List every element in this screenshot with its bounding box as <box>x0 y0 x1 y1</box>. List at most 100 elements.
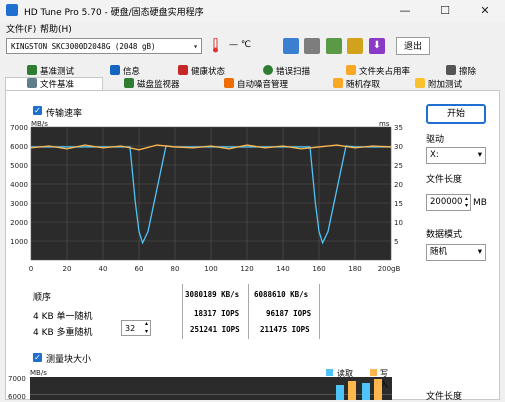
chevron-down-icon: ▾ <box>193 42 198 51</box>
start-button[interactable]: 开始 <box>426 104 486 124</box>
tab-label: 磁盘监视器 <box>137 80 180 90</box>
chart-x-tick-label: 140 <box>276 265 289 273</box>
chart-y2-tick-label: 20 <box>394 181 403 189</box>
tab-label: 擦除 <box>459 67 477 77</box>
chart-y2-tick-label: 10 <box>394 219 403 227</box>
tab-folder-usage[interactable]: 文件夹占用率 <box>346 65 410 78</box>
menu-file[interactable]: 文件(F) <box>6 22 36 35</box>
chart-x-tick-label: 180 <box>348 265 361 273</box>
tab-health[interactable]: 健康状态 <box>178 65 225 78</box>
chart-x-tick-label: 80 <box>171 265 180 273</box>
block-bar-write <box>374 379 382 400</box>
results-divider-left <box>182 284 183 339</box>
single-write-value: 96187 IOPS <box>266 309 312 318</box>
tab-label: 自动噪音管理 <box>237 80 289 90</box>
download-icon[interactable]: ⬇ <box>369 38 385 54</box>
stepper-arrows-icon: ▴ ▾ <box>464 195 468 209</box>
seq-write-value: 6088610 KB/s <box>254 290 309 299</box>
folder-icon <box>346 65 356 75</box>
tab-label: 错误扫描 <box>276 67 311 77</box>
tab-label: 附加测试 <box>428 80 463 90</box>
stepper-arrows-icon: ▴ ▾ <box>144 320 148 335</box>
chart-x-tick-label: 160 <box>312 265 325 273</box>
title-bar: HD Tune Pro 5.70 - 硬盘/固态硬盘实用程序 — ☐ ✕ <box>0 0 505 22</box>
block-bar-read <box>362 383 370 400</box>
block-size-label: 测量块大小 <box>46 355 92 365</box>
drive-label: 驱动 <box>426 135 445 145</box>
chart-y-tick-label: 2000 <box>10 219 28 227</box>
block-y-top: 7000 <box>8 375 26 383</box>
settings-icon[interactable] <box>347 38 363 54</box>
chart-x-tick-label: 200gB <box>378 265 401 273</box>
chart-y2-tick-label: 30 <box>394 143 403 151</box>
block-bar-read <box>336 385 344 400</box>
single-read-value: 18317 IOPS <box>194 309 240 318</box>
file-length-stepper[interactable]: 200000 ▴ ▾ <box>426 194 471 211</box>
benchmark-icon <box>27 65 37 75</box>
tab-error-scan[interactable]: 错误扫描 <box>263 65 310 78</box>
minimize-button[interactable]: — <box>385 0 425 22</box>
block-size-chart: 读取 写入 <box>30 369 392 400</box>
chart-y2-tick-label: 15 <box>394 200 403 208</box>
chart-y-tick-label: 7000 <box>10 124 28 132</box>
magnifier-icon <box>263 65 273 75</box>
chart-x-tick-label: 0 <box>29 265 33 273</box>
single-random-label: 4 KB 单一随机 <box>33 312 93 322</box>
chart-y-tick-label: 1000 <box>10 238 28 246</box>
multi-random-label: 4 KB 多重随机 <box>33 328 93 338</box>
chart-y-right-unit: ms <box>379 120 390 128</box>
multi-write-value: 211475 IOPS <box>260 325 310 334</box>
chart-y-tick-label: 4000 <box>10 181 28 189</box>
chart-x-tick-label: 60 <box>135 265 144 273</box>
legend-read-label: 读取 <box>337 369 353 378</box>
clipboard-icon[interactable] <box>304 38 320 54</box>
chart-y2-tick-label: 5 <box>394 238 398 246</box>
menu-help[interactable]: 帮助(H) <box>40 22 72 35</box>
multi-read-value: 251241 IOPS <box>190 325 240 334</box>
file-length-unit: MB <box>473 198 487 208</box>
data-mode-value: 随机 <box>430 247 448 257</box>
chart-y-tick-label: 6000 <box>10 143 28 151</box>
tab-erase[interactable]: 擦除 <box>446 65 476 78</box>
window-title: HD Tune Pro 5.70 - 硬盘/固态硬盘实用程序 <box>24 8 204 18</box>
data-mode-dropdown[interactable]: 随机 ▾ <box>426 244 486 261</box>
transfer-rate-checkbox[interactable]: ✓ <box>33 106 42 115</box>
transfer-rate-chart: MB/s ms7000600050004000300020001000353025… <box>10 120 403 273</box>
legend-read-swatch <box>326 369 333 376</box>
camera-icon[interactable] <box>326 38 342 54</box>
close-button[interactable]: ✕ <box>465 0 505 22</box>
chevron-down-icon: ▾ <box>477 247 482 257</box>
chevron-down-icon: ▾ <box>477 150 482 160</box>
chart-x-tick-label: 40 <box>99 265 108 273</box>
chart-y2-tick-label: 25 <box>394 162 403 170</box>
chart-x-tick-label: 20 <box>63 265 72 273</box>
tab-label: 随机存取 <box>346 80 381 90</box>
tab-label: 文件夹占用率 <box>359 67 411 77</box>
chart-y2-tick-label: 35 <box>394 124 403 132</box>
info-icon <box>110 65 120 75</box>
drive-dropdown[interactable]: X: ▾ <box>426 147 486 164</box>
tab-label: 基准测试 <box>40 67 75 77</box>
chart-y-tick-label: 5000 <box>10 162 28 170</box>
file-length-label: 文件长度 <box>426 175 463 185</box>
sequential-label: 顺序 <box>33 293 52 303</box>
tab-label: 文件基准 <box>40 80 75 90</box>
maximize-button[interactable]: ☐ <box>425 0 465 22</box>
copy-icon[interactable] <box>283 38 299 54</box>
tab-info[interactable]: 信息 <box>110 65 140 78</box>
extra-tests-icon <box>415 78 425 88</box>
queue-depth-value: 32 <box>125 324 136 333</box>
file-length-label-2: 文件长度 <box>426 392 463 402</box>
tab-label: 健康状态 <box>191 67 226 77</box>
file-length-value: 200000 <box>430 197 463 207</box>
chart-y-left-unit: MB/s <box>31 120 48 128</box>
legend-write-swatch <box>370 369 377 376</box>
chart-x-tick-label: 100 <box>204 265 217 273</box>
exit-button[interactable]: 退出 <box>396 37 430 55</box>
drive-select[interactable]: KINGSTON SKC3000D2048G (2048 gB) ▾ <box>6 38 202 54</box>
block-size-checkbox[interactable]: ✓ <box>33 353 42 362</box>
file-icon <box>27 78 37 88</box>
queue-depth-stepper[interactable]: 32 ▴ ▾ <box>121 320 151 336</box>
block-y-unit: MB/s <box>30 369 47 377</box>
block-bar-write <box>348 381 356 400</box>
